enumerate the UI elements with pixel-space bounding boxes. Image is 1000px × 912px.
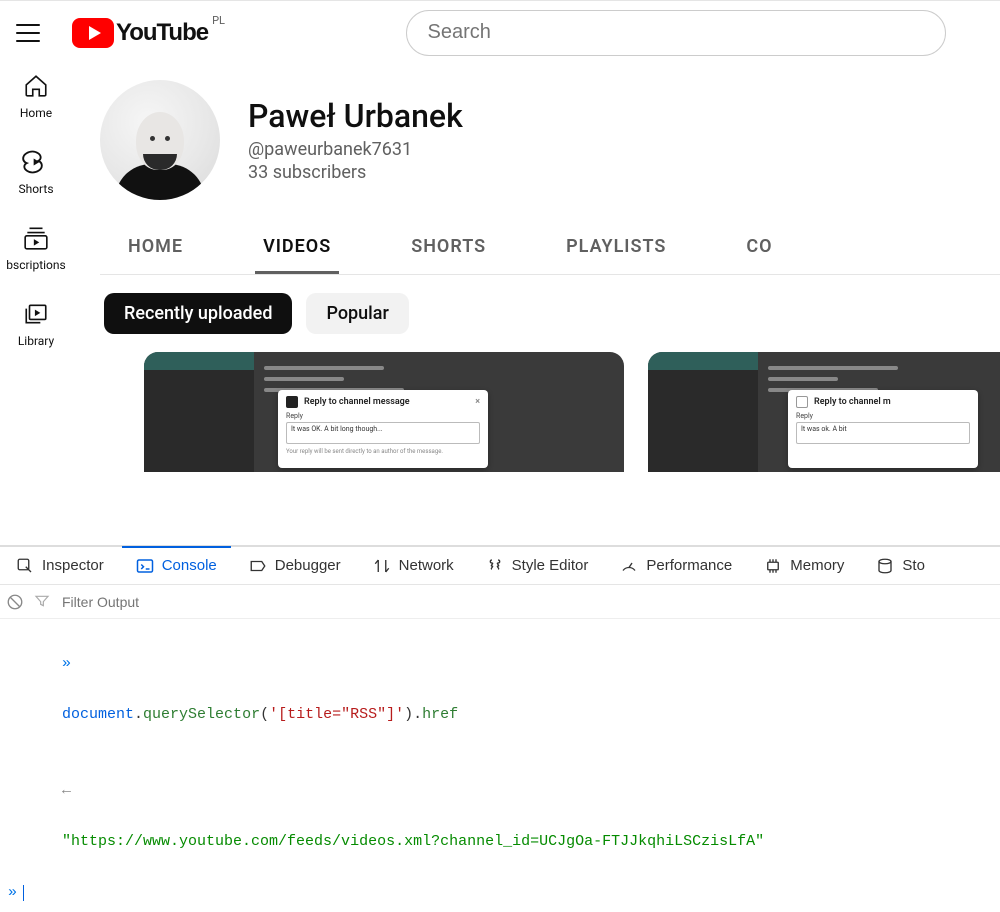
devtools-tab-storage[interactable]: Sto bbox=[862, 547, 939, 584]
library-icon bbox=[22, 300, 50, 328]
chip-popular[interactable]: Popular bbox=[306, 293, 408, 334]
video-thumbnail[interactable]: Reply to channel message× Reply It was O… bbox=[144, 352, 624, 472]
youtube-icon bbox=[72, 18, 114, 48]
console-input-line[interactable]: » bbox=[8, 880, 992, 906]
devtools-filter-row bbox=[0, 585, 1000, 619]
channel-avatar[interactable] bbox=[100, 80, 220, 200]
thumb-dialog-preview: Reply to channel message× Reply It was O… bbox=[278, 390, 488, 468]
devtools-tab-console[interactable]: Console bbox=[122, 546, 231, 583]
console-prompt-icon: » bbox=[62, 655, 71, 672]
devtools-panel: Inspector Console Debugger Network Style… bbox=[0, 545, 1000, 735]
devtools-tab-style-editor[interactable]: Style Editor bbox=[472, 547, 603, 584]
filter-icon bbox=[34, 593, 52, 611]
youtube-logo[interactable]: YouTube PL bbox=[72, 18, 225, 48]
console-output[interactable]: » document.querySelector('[title="RSS"]'… bbox=[0, 619, 1000, 912]
sort-chips: Recently uploaded Popular bbox=[100, 275, 1000, 352]
channel-name: Paweł Urbanek bbox=[248, 97, 463, 135]
tab-playlists[interactable]: PLAYLISTS bbox=[558, 220, 674, 274]
channel-tabs: HOME VIDEOS SHORTS PLAYLISTS CO bbox=[100, 220, 1000, 275]
video-grid: Reply to channel message× Reply It was O… bbox=[100, 352, 1000, 472]
search-input[interactable] bbox=[427, 21, 925, 44]
cursor-icon bbox=[23, 885, 24, 901]
search-box[interactable] bbox=[406, 10, 946, 56]
tab-shorts[interactable]: SHORTS bbox=[403, 220, 494, 274]
tab-videos[interactable]: VIDEOS bbox=[255, 220, 339, 274]
region-code: PL bbox=[212, 14, 225, 27]
nav-home[interactable]: Home bbox=[0, 72, 72, 120]
style-editor-icon bbox=[486, 557, 504, 575]
tab-community[interactable]: CO bbox=[738, 220, 780, 274]
inspector-icon bbox=[16, 557, 34, 575]
nav-subscriptions[interactable]: bscriptions bbox=[0, 224, 72, 272]
subscriptions-icon bbox=[22, 224, 50, 252]
debugger-icon bbox=[249, 557, 267, 575]
performance-icon bbox=[620, 557, 638, 575]
console-result: "https://www.youtube.com/feeds/videos.xm… bbox=[62, 833, 764, 850]
youtube-wordmark: YouTube bbox=[116, 19, 208, 47]
nav-library[interactable]: Library bbox=[0, 300, 72, 348]
clear-console-button[interactable] bbox=[6, 593, 24, 611]
tab-home[interactable]: HOME bbox=[120, 220, 191, 274]
thumb-dialog-preview: Reply to channel m Reply It was ok. A bi… bbox=[788, 390, 978, 468]
console-filter-input[interactable] bbox=[62, 594, 994, 610]
devtools-tab-memory[interactable]: Memory bbox=[750, 547, 858, 584]
devtools-tab-inspector[interactable]: Inspector bbox=[2, 547, 118, 584]
nav-shorts[interactable]: Shorts bbox=[0, 148, 72, 196]
devtools-tab-network[interactable]: Network bbox=[359, 547, 468, 584]
hamburger-menu-button[interactable] bbox=[16, 21, 40, 45]
channel-main: Paweł Urbanek @paweurbanek7631 33 subscr… bbox=[72, 64, 1000, 545]
home-icon bbox=[22, 72, 50, 100]
devtools-tabs: Inspector Console Debugger Network Style… bbox=[0, 547, 1000, 585]
masthead: YouTube PL bbox=[0, 0, 1000, 64]
console-icon bbox=[136, 557, 154, 575]
left-nav-rail: Home Shorts bscriptions Library bbox=[0, 64, 72, 545]
chip-recently-uploaded[interactable]: Recently uploaded bbox=[104, 293, 292, 334]
channel-handle: @paweurbanek7631 bbox=[248, 139, 463, 160]
network-icon bbox=[373, 557, 391, 575]
result-arrow-icon: ← bbox=[62, 782, 71, 799]
devtools-tab-debugger[interactable]: Debugger bbox=[235, 547, 355, 584]
devtools-tab-performance[interactable]: Performance bbox=[606, 547, 746, 584]
memory-icon bbox=[764, 557, 782, 575]
channel-header: Paweł Urbanek @paweurbanek7631 33 subscr… bbox=[100, 64, 1000, 200]
video-thumbnail[interactable]: Reply to channel m Reply It was ok. A bi… bbox=[648, 352, 1000, 472]
channel-subscribers: 33 subscribers bbox=[248, 162, 463, 183]
shorts-icon bbox=[22, 148, 50, 176]
storage-icon bbox=[876, 557, 894, 575]
